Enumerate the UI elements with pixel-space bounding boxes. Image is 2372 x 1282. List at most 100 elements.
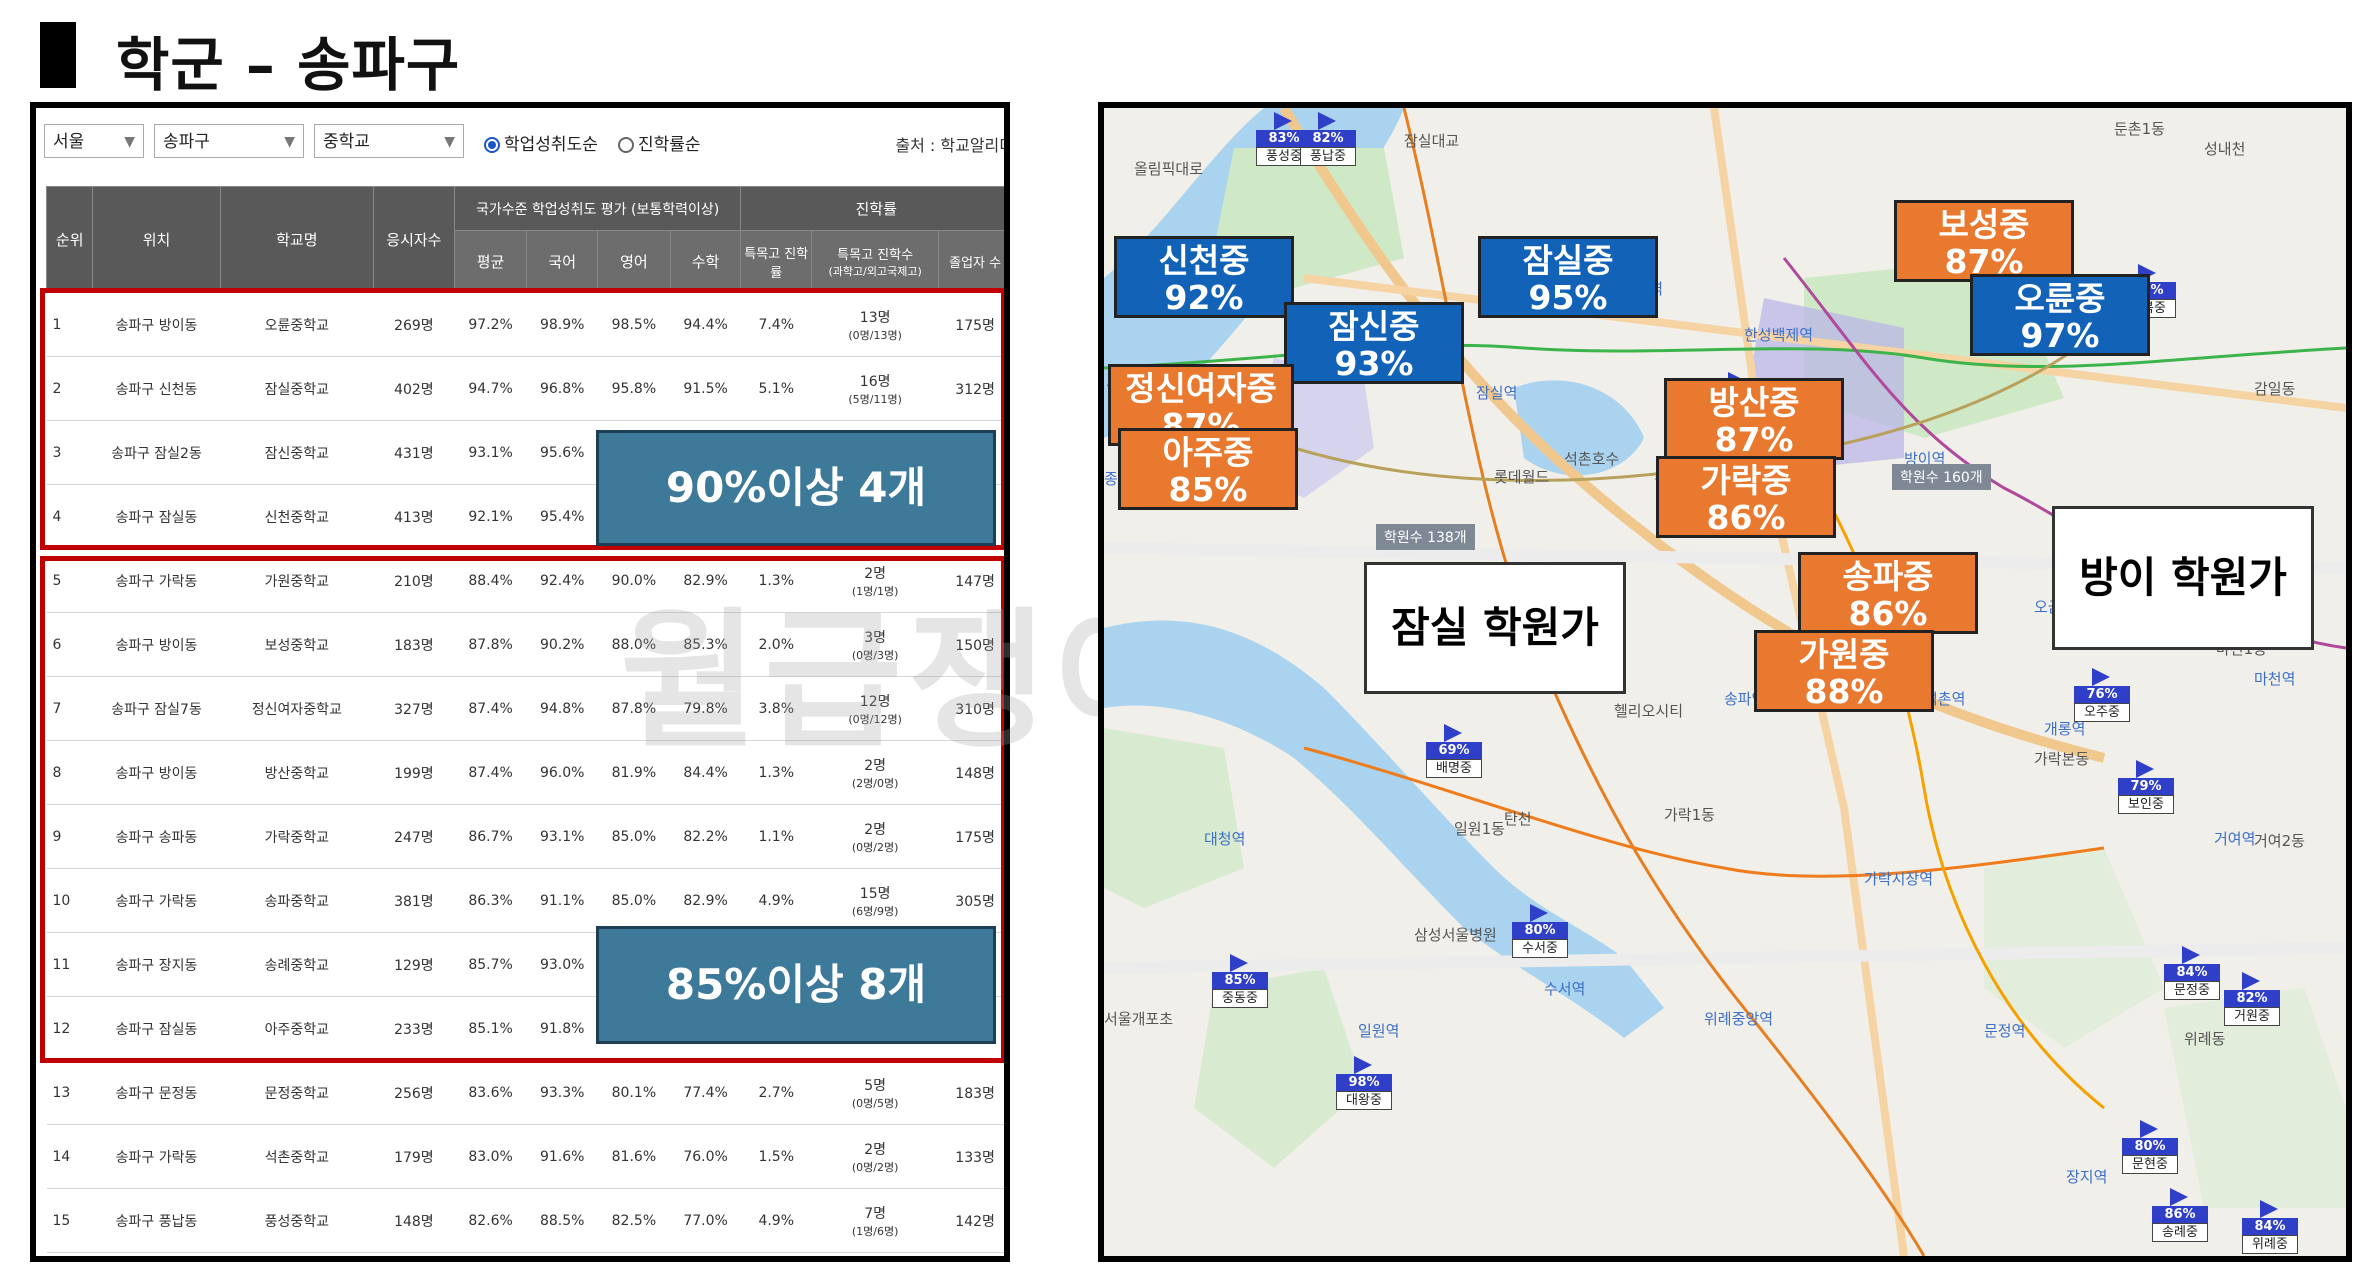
cell-avg: 83.6% <box>454 1060 527 1125</box>
cell-english: 82.5% <box>597 1188 671 1253</box>
special-count-breakdown: (0명/5명) <box>851 1096 899 1110</box>
cell-rank: 14 <box>46 1124 93 1189</box>
school-box: 아주중 85% <box>1118 428 1298 510</box>
school-box: 신천중 92% <box>1114 236 1294 318</box>
school-pin[interactable]: 82% 거원중 <box>2224 972 2280 1026</box>
school-pin[interactable]: 85% 중동중 <box>1212 954 1268 1008</box>
cell-math: 77.4% <box>670 1060 741 1125</box>
academy-count-bangi: 학원수 160개 <box>1892 464 1991 490</box>
map-place-label: 가락시장역 <box>1864 870 1934 888</box>
map-place-label: 일원역 <box>1358 1022 1400 1040</box>
school-box-name: 잠실중 <box>1522 241 1614 280</box>
pin-percent: 80% <box>1512 922 1568 939</box>
cell-test-takers: 256명 <box>373 1060 455 1125</box>
school-box-percent: 86% <box>1848 594 1928 633</box>
map-place-label: 장지역 <box>2066 1168 2108 1186</box>
school-pin[interactable]: 98% 대왕중 <box>1336 1056 1392 1110</box>
cell-korean: 91.6% <box>526 1124 598 1189</box>
map-place-label: 가락본동 <box>2034 750 2090 768</box>
source-note: 출처 : 학교알리미 <box>895 136 1010 155</box>
school-box-percent: 92% <box>1164 278 1244 317</box>
school-box: 잠신중 93% <box>1284 302 1464 384</box>
header-english: 영어 <box>597 230 671 293</box>
pin-percent: 79% <box>2118 778 2174 795</box>
park-area <box>1104 728 1244 908</box>
pin-school-name: 거원중 <box>2224 1007 2280 1026</box>
school-box: 잠실중 95% <box>1478 236 1658 318</box>
cell-special-rate: 2.7% <box>740 1060 812 1125</box>
cell-avg: 82.6% <box>454 1188 527 1253</box>
pin-percent: 82% <box>2224 990 2280 1007</box>
special-count-total: 5명 <box>864 1077 887 1094</box>
cell-location: 송파구 풍납동 <box>92 1188 221 1253</box>
map-place-label: 수서역 <box>1544 980 1586 998</box>
flag-icon <box>1354 1056 1372 1074</box>
header-graduates: 졸업자 수 <box>938 230 1004 293</box>
map-place-label: 일원1동 <box>1454 820 1505 838</box>
pin-school-name: 송례중 <box>2152 1223 2208 1242</box>
table-row: 14 송파구 가락동 석촌중학교 179명 83.0% 91.6% 81.6% 76.0% 1.… <box>46 1124 1004 1189</box>
pin-school-name: 보인중 <box>2118 795 2174 814</box>
school-box: 방산중 87% <box>1664 378 1844 460</box>
school-pin[interactable]: 76% 오주중 <box>2074 668 2130 722</box>
jamsil-academy-area: 잠실 학원가 <box>1364 562 1626 694</box>
cell-korean: 88.5% <box>526 1188 598 1253</box>
cell-avg: 83.0% <box>454 1124 527 1189</box>
flag-icon <box>1274 112 1292 130</box>
bangi-academy-area: 방이 학원가 <box>2052 506 2314 650</box>
special-count-breakdown: (0명/2명) <box>851 1160 899 1174</box>
special-count-breakdown: (1명/6명) <box>851 1224 899 1238</box>
school-box-percent: 85% <box>1168 470 1248 509</box>
cell-english: 80.1% <box>597 1060 671 1125</box>
school-pin[interactable]: 82% 풍납중 <box>1300 112 1356 166</box>
academy-count-jamsil: 학원수 138개 <box>1376 524 1475 550</box>
school-box-name: 정신여자중 <box>1125 369 1277 408</box>
cell-location: 송파구 가락동 <box>92 1124 221 1189</box>
school-pin[interactable]: 80% 수서중 <box>1512 904 1568 958</box>
school-level-select[interactable]: 중학교 ▼ <box>314 124 464 158</box>
pin-school-name: 풍납중 <box>1300 147 1356 166</box>
school-pin[interactable]: 69% 배명중 <box>1426 724 1482 778</box>
school-box: 가락중 86% <box>1656 456 1836 538</box>
school-box-name: 가락중 <box>1700 461 1792 500</box>
school-box-name: 아주중 <box>1162 433 1254 472</box>
school-pin[interactable]: 86% 송례중 <box>2152 1188 2208 1242</box>
district-select[interactable]: 송파구 ▼ <box>154 124 304 158</box>
header-test-takers: 응시자수 <box>373 186 455 293</box>
pin-school-name: 문정중 <box>2164 981 2220 1000</box>
school-pin[interactable]: 84% 문정중 <box>2164 946 2220 1000</box>
cell-math: 77.0% <box>670 1188 741 1253</box>
pin-percent: 84% <box>2164 964 2220 981</box>
cell-location: 송파구 문정동 <box>92 1060 221 1125</box>
map-place-label: 석촌호수 <box>1564 450 1620 468</box>
pin-percent: 69% <box>1426 742 1482 759</box>
school-box: 오륜중 97% <box>1970 274 2150 356</box>
sort-radio-admission[interactable]: 진학률순 <box>618 130 701 155</box>
school-box-percent: 86% <box>1706 498 1786 537</box>
school-box: 가원중 88% <box>1754 630 1934 712</box>
flag-icon <box>1444 724 1462 742</box>
school-box: 보성중 87% <box>1894 200 2074 282</box>
sort-label: 학업성취도순 <box>504 135 598 155</box>
header-special-count-label: 특목고 진학수 <box>837 248 914 263</box>
flag-icon <box>2182 946 2200 964</box>
chevron-down-icon: ▼ <box>124 134 135 150</box>
map-place-label: 문정역 <box>1984 1022 2026 1040</box>
cell-math: 76.0% <box>670 1124 741 1189</box>
school-box-name: 보성중 <box>1938 205 2030 244</box>
city-select[interactable]: 서울 ▼ <box>44 124 144 158</box>
sort-radio-achievement[interactable]: 학업성취도순 <box>484 130 598 155</box>
map-place-label: 가락1동 <box>1664 806 1715 824</box>
school-pin[interactable]: 79% 보인중 <box>2118 760 2174 814</box>
header-avg: 평균 <box>453 230 528 293</box>
pin-percent: 98% <box>1336 1074 1392 1091</box>
school-pin[interactable]: 84% 위례중 <box>2242 1200 2298 1254</box>
school-map[interactable]: 잠실대교올림픽대로잠실나루역신천역잠실역롯데월드석촌호수송파나루역몽촌토성역한성… <box>1098 102 2352 1262</box>
cell-rank: 13 <box>46 1060 93 1125</box>
cell-english: 81.6% <box>597 1124 671 1189</box>
school-pin[interactable]: 80% 문현중 <box>2122 1120 2178 1174</box>
school-box-name: 가원중 <box>1798 635 1890 674</box>
cell-test-takers: 148명 <box>373 1188 455 1253</box>
pin-school-name: 중동중 <box>1212 989 1268 1008</box>
pin-school-name: 오주중 <box>2074 703 2130 722</box>
